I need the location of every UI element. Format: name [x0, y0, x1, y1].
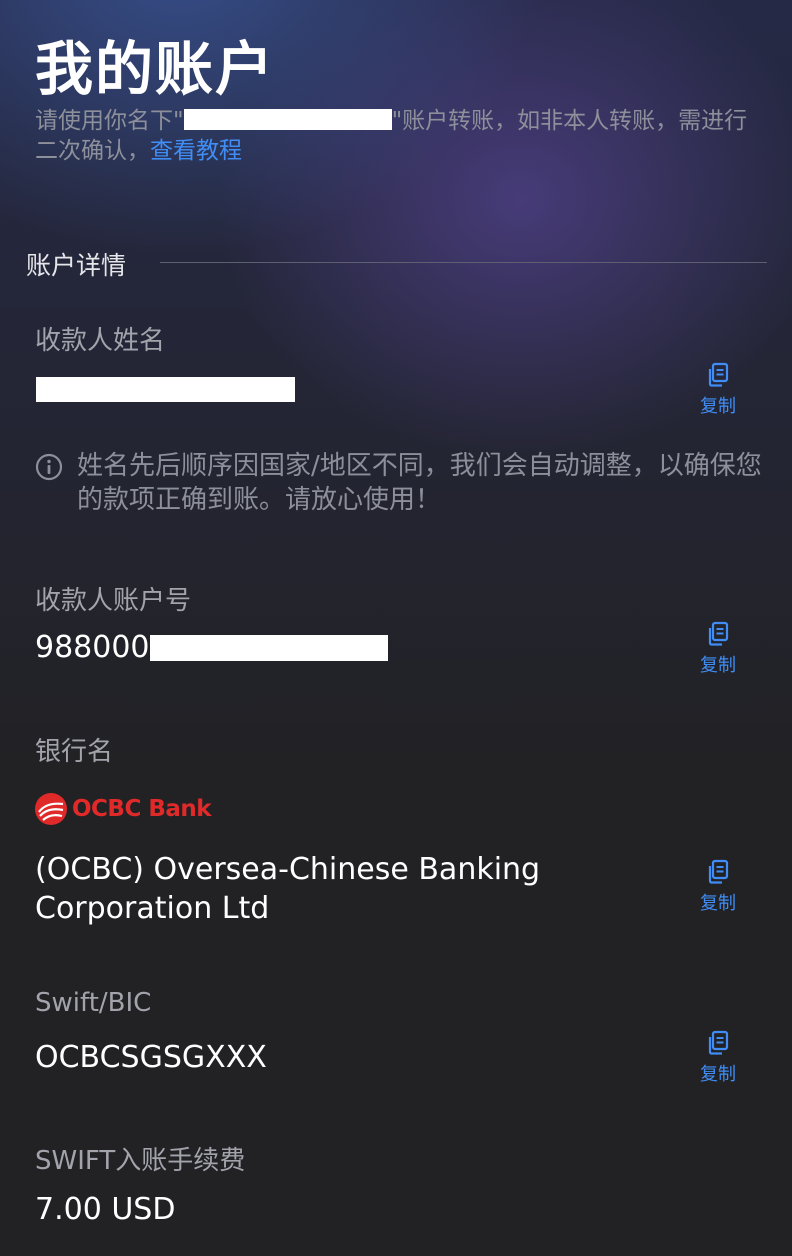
swift-fee-value: 7.00 USD [35, 1192, 176, 1227]
copy-label: 复制 [700, 655, 736, 676]
bank-name-label: 银行名 [35, 737, 114, 767]
page-title: 我的账户 [35, 35, 276, 103]
info-icon [35, 453, 63, 481]
copy-icon [708, 362, 729, 387]
bank-name-line-2: Corporation Ltd [35, 891, 270, 926]
copy-swift-button[interactable]: 复制 [688, 1030, 748, 1088]
copy-icon [708, 621, 729, 646]
account-number-value: 988000 [35, 630, 388, 665]
account-number-label: 收款人账户号 [35, 586, 192, 616]
ocbc-logo-icon [35, 793, 67, 825]
swift-label: Swift/BIC [35, 988, 152, 1018]
copy-icon [708, 1030, 729, 1055]
copy-label: 复制 [700, 893, 736, 914]
copy-icon [708, 859, 729, 884]
bank-logo-text: OCBC Bank [72, 796, 212, 822]
swift-value: OCBCSGSGXXX [35, 1040, 267, 1075]
transfer-notice: 请使用你名下" "账户转账，如非本人转账，需进行二次确认，查看教程 [35, 106, 755, 166]
account-number-visible: 988000 [35, 630, 150, 665]
section-title: 账户详情 [26, 251, 127, 280]
swift-fee-label: SWIFT入账手续费 [35, 1146, 246, 1176]
name-order-note-text: 姓名先后顺序因国家/地区不同，我们会自动调整，以确保您的款项正确到账。请放心使用… [77, 451, 762, 515]
bank-name-value: (OCBC) Oversea-Chinese Banking Corporati… [35, 850, 540, 928]
bank-name-line-1: (OCBC) Oversea-Chinese Banking [35, 852, 541, 887]
copy-account-number-button[interactable]: 复制 [688, 621, 748, 679]
tutorial-link[interactable]: 查看教程 [150, 138, 242, 164]
payee-name-label: 收款人姓名 [35, 326, 166, 356]
name-order-note: 姓名先后顺序因国家/地区不同，我们会自动调整，以确保您的款项正确到账。请放心使用… [35, 449, 765, 517]
copy-bank-name-button[interactable]: 复制 [688, 859, 748, 917]
copy-label: 复制 [700, 1064, 736, 1085]
copy-payee-name-button[interactable]: 复制 [688, 362, 748, 420]
notice-prefix: 请使用你名下" [35, 108, 184, 134]
copy-label: 复制 [700, 396, 736, 417]
account-number-redacted [149, 634, 388, 661]
bank-logo: OCBC Bank [34, 792, 212, 826]
section-divider [160, 262, 767, 263]
redacted-account-holder [183, 109, 392, 130]
payee-name-value-redacted [36, 377, 295, 402]
